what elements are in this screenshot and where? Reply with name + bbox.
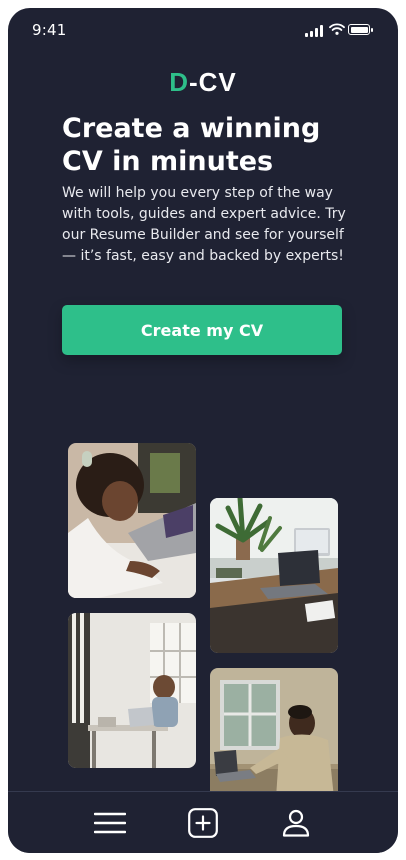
brand-logo: D-CV xyxy=(8,69,398,95)
profile-button[interactable] xyxy=(279,806,313,840)
profile-icon xyxy=(282,809,310,837)
woman-working-at-cafe-photo xyxy=(68,613,196,768)
phone-screen: 9:41 D-CV Create a winning CV in minutes… xyxy=(8,8,398,853)
create-cv-button[interactable]: Create my CV xyxy=(62,305,342,355)
hero-title: Create a winning CV in minutes xyxy=(62,113,321,177)
menu-button[interactable] xyxy=(93,806,127,840)
woman-writing-notes-photo xyxy=(68,443,196,598)
add-icon xyxy=(188,808,218,838)
desk-with-laptop-and-plants-photo xyxy=(210,498,338,653)
bottom-navigation xyxy=(8,791,398,853)
wifi-icon xyxy=(329,23,345,35)
add-button[interactable] xyxy=(186,806,220,840)
signal-icon xyxy=(305,25,325,37)
status-bar: 9:41 xyxy=(8,8,398,48)
hero-description: We will help you every step of the way w… xyxy=(62,185,346,264)
menu-icon xyxy=(94,812,126,834)
logo-suffix: -CV xyxy=(189,67,237,97)
logo-letter: D xyxy=(169,67,189,97)
man-working-on-laptop-photo xyxy=(210,668,338,798)
status-time: 9:41 xyxy=(32,21,67,39)
battery-icon xyxy=(348,24,373,35)
